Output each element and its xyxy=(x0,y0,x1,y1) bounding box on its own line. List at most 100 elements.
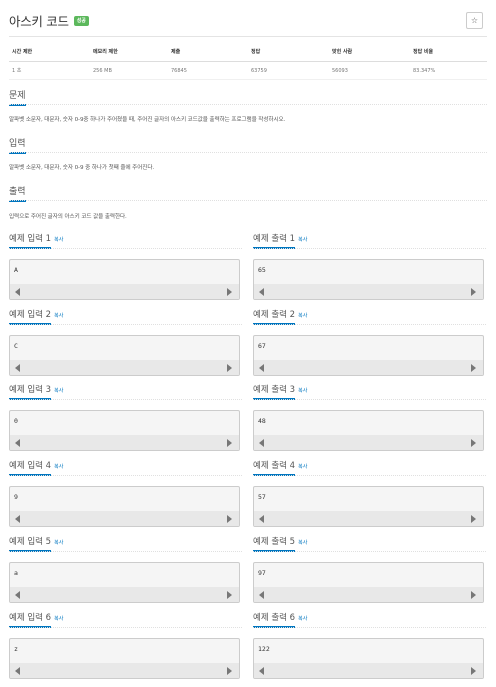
scroll-right-arrow-icon[interactable] xyxy=(471,515,476,523)
sample-input-box[interactable]: A xyxy=(9,259,240,300)
horizontal-scrollbar[interactable] xyxy=(10,284,239,299)
copy-input-button[interactable]: 복사 xyxy=(54,312,63,319)
sample-input-box[interactable]: z xyxy=(9,638,240,679)
scroll-left-arrow-icon[interactable] xyxy=(15,288,20,296)
scroll-right-arrow-icon[interactable] xyxy=(227,288,232,296)
scroll-left-arrow-icon[interactable] xyxy=(259,364,264,372)
sample-output-divider xyxy=(253,248,486,249)
sample-output-title: 예제 출력 6 xyxy=(253,611,296,628)
scroll-right-arrow-icon[interactable] xyxy=(227,439,232,447)
star-button[interactable]: ☆ xyxy=(466,12,483,29)
sample-input-title: 예제 입력 5 xyxy=(9,535,52,552)
scroll-right-arrow-icon[interactable] xyxy=(471,667,476,675)
sample-output-heading: 예제 출력 2 복사 xyxy=(253,308,307,325)
sample-output-title: 예제 출력 4 xyxy=(253,459,296,476)
sample-output-value: 122 xyxy=(258,645,270,653)
copy-input-button[interactable]: 복사 xyxy=(54,539,63,546)
sample-input-box[interactable]: 9 xyxy=(9,486,240,527)
horizontal-scrollbar[interactable] xyxy=(10,360,239,375)
output-description: 입력으로 주어진 글자의 아스키 코드 값을 출력한다. xyxy=(9,214,127,220)
input-description: 알파벳 소문자, 대문자, 숫자 0-9 중 하나가 첫째 줄에 주어진다. xyxy=(9,165,155,171)
time-limit-header: 시간 제한 xyxy=(9,44,90,62)
horizontal-scrollbar[interactable] xyxy=(254,360,483,375)
scroll-right-arrow-icon[interactable] xyxy=(471,288,476,296)
horizontal-scrollbar[interactable] xyxy=(10,435,239,450)
copy-input-button[interactable]: 복사 xyxy=(54,387,63,394)
scroll-left-arrow-icon[interactable] xyxy=(15,667,20,675)
copy-input-button[interactable]: 복사 xyxy=(54,236,63,243)
sample-input-box[interactable]: C xyxy=(9,335,240,376)
copy-output-button[interactable]: 복사 xyxy=(298,615,307,622)
sample-input-box[interactable]: 0 xyxy=(9,410,240,451)
horizontal-scrollbar[interactable] xyxy=(254,511,483,526)
sample-output-heading: 예제 출력 3 복사 xyxy=(253,383,307,400)
sample-output-title: 예제 출력 1 xyxy=(253,232,296,249)
problem-section-divider xyxy=(9,104,487,105)
scroll-right-arrow-icon[interactable] xyxy=(227,667,232,675)
scroll-right-arrow-icon[interactable] xyxy=(227,515,232,523)
sample-input-heading: 예제 입력 1 복사 xyxy=(9,232,63,249)
sample-input-box[interactable]: a xyxy=(9,562,240,603)
scroll-left-arrow-icon[interactable] xyxy=(259,591,264,599)
memory-limit-value: 256 MB xyxy=(90,61,168,80)
sample-output-box[interactable]: 97 xyxy=(253,562,484,603)
copy-output-button[interactable]: 복사 xyxy=(298,236,307,243)
sample-output-value: 48 xyxy=(258,417,266,425)
title-divider xyxy=(9,36,487,37)
copy-output-button[interactable]: 복사 xyxy=(298,539,307,546)
sample-output-box[interactable]: 48 xyxy=(253,410,484,451)
sample-output-divider xyxy=(253,399,486,400)
scroll-right-arrow-icon[interactable] xyxy=(471,364,476,372)
horizontal-scrollbar[interactable] xyxy=(254,663,483,678)
sample-output-value: 67 xyxy=(258,342,266,350)
copy-output-button[interactable]: 복사 xyxy=(298,387,307,394)
horizontal-scrollbar[interactable] xyxy=(254,284,483,299)
scroll-left-arrow-icon[interactable] xyxy=(15,591,20,599)
sample-output-box[interactable]: 65 xyxy=(253,259,484,300)
problem-title: 아스키 코드 xyxy=(9,14,69,29)
copy-input-button[interactable]: 복사 xyxy=(54,463,63,470)
sample-input-value: C xyxy=(14,342,18,350)
sample-output-box[interactable]: 67 xyxy=(253,335,484,376)
submissions-header: 제출 xyxy=(168,44,248,62)
copy-output-button[interactable]: 복사 xyxy=(298,312,307,319)
scroll-right-arrow-icon[interactable] xyxy=(471,591,476,599)
scroll-left-arrow-icon[interactable] xyxy=(259,667,264,675)
copy-output-button[interactable]: 복사 xyxy=(298,463,307,470)
scroll-left-arrow-icon[interactable] xyxy=(259,288,264,296)
sample-input-divider xyxy=(9,551,242,552)
horizontal-scrollbar[interactable] xyxy=(10,587,239,602)
sample-input-heading: 예제 입력 2 복사 xyxy=(9,308,63,325)
input-section-divider xyxy=(9,152,487,153)
sample-output-divider xyxy=(253,475,486,476)
accept-ratio-value: 83.347% xyxy=(410,61,487,80)
horizontal-scrollbar[interactable] xyxy=(254,587,483,602)
horizontal-scrollbar[interactable] xyxy=(254,435,483,450)
scroll-left-arrow-icon[interactable] xyxy=(259,439,264,447)
scroll-left-arrow-icon[interactable] xyxy=(15,439,20,447)
scroll-right-arrow-icon[interactable] xyxy=(227,591,232,599)
copy-input-button[interactable]: 복사 xyxy=(54,615,63,622)
horizontal-scrollbar[interactable] xyxy=(10,511,239,526)
sample-output-heading: 예제 출력 1 복사 xyxy=(253,232,307,249)
accept-ratio-header: 정답 비율 xyxy=(410,44,487,62)
scroll-left-arrow-icon[interactable] xyxy=(259,515,264,523)
scroll-right-arrow-icon[interactable] xyxy=(471,439,476,447)
scroll-left-arrow-icon[interactable] xyxy=(15,364,20,372)
sample-output-value: 97 xyxy=(258,569,266,577)
sample-output-box[interactable]: 122 xyxy=(253,638,484,679)
info-header-row: 시간 제한 메모리 제한 제출 정답 맞힌 사람 정답 비율 xyxy=(9,44,487,62)
sample-input-divider xyxy=(9,248,242,249)
horizontal-scrollbar[interactable] xyxy=(10,663,239,678)
info-value-row: 1 초 256 MB 76845 63759 56093 83.347% xyxy=(9,61,487,80)
scroll-right-arrow-icon[interactable] xyxy=(227,364,232,372)
sample-input-title: 예제 입력 3 xyxy=(9,383,52,400)
sample-output-box[interactable]: 57 xyxy=(253,486,484,527)
sample-output-divider xyxy=(253,324,486,325)
sample-input-value: 0 xyxy=(14,417,18,425)
scroll-left-arrow-icon[interactable] xyxy=(15,515,20,523)
star-icon: ☆ xyxy=(470,16,479,25)
sample-output-title: 예제 출력 3 xyxy=(253,383,296,400)
accepted-value: 63759 xyxy=(248,61,329,80)
sample-input-heading: 예제 입력 6 복사 xyxy=(9,611,63,628)
